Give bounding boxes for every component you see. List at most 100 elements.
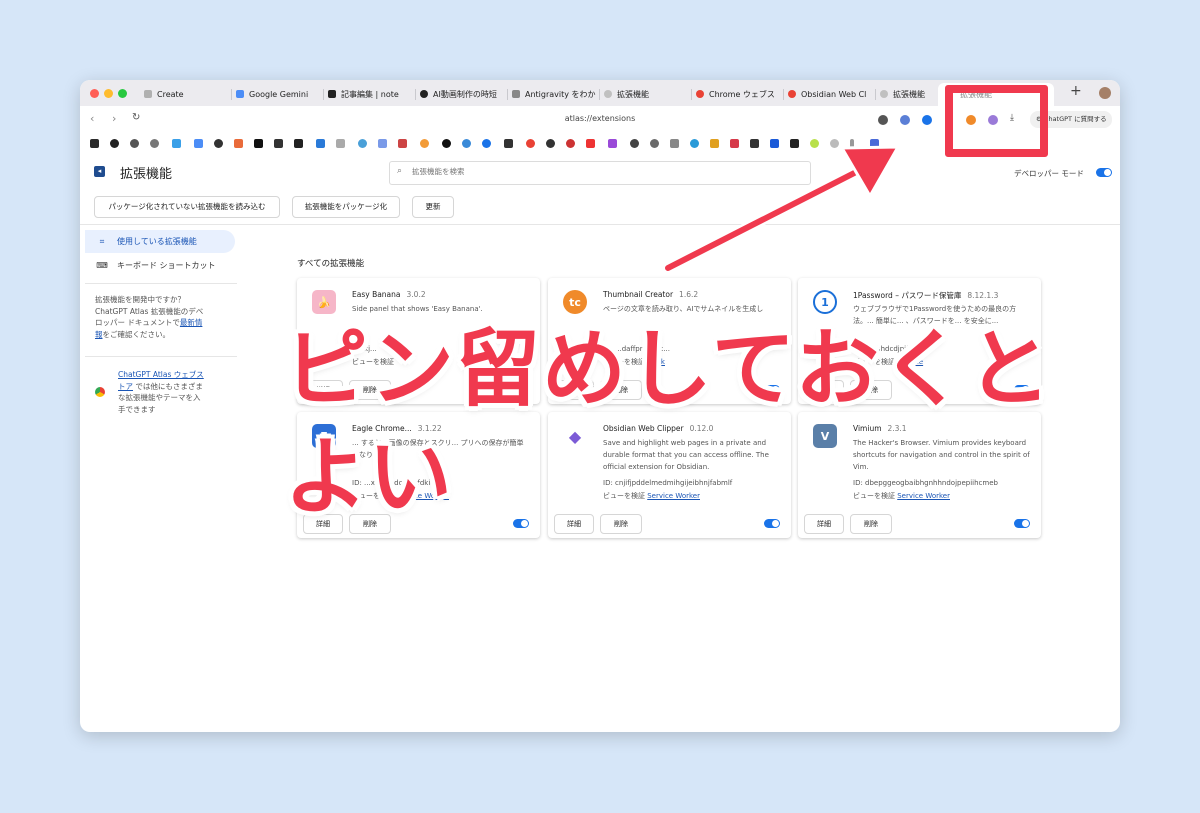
divider xyxy=(85,283,237,284)
bookmark-icon[interactable] xyxy=(90,139,99,148)
tab-obsidian[interactable]: Obsidian Web Cl xyxy=(788,85,876,104)
enable-toggle[interactable] xyxy=(1014,519,1030,528)
sidebar-item-keyboard-shortcuts[interactable]: ⌨ キーボード ショートカット xyxy=(85,254,235,277)
extension-id: ID: dbepggeogbaibhgnhhndojpepiihcmeb xyxy=(853,479,998,487)
forward-icon[interactable]: › xyxy=(112,112,116,125)
bookmark-icon[interactable] xyxy=(150,139,159,148)
extension-description: Save and highlight web pages in a privat… xyxy=(603,439,769,471)
x-icon[interactable] xyxy=(254,139,263,148)
service-worker-link[interactable]: Service Worker xyxy=(647,492,700,500)
extension-icon[interactable] xyxy=(878,115,888,125)
latest-info-link[interactable]: 最新情 xyxy=(180,318,203,327)
extension-id: ID: cnjifjpddelmedmihgijeibhnjfabmlf xyxy=(603,479,733,487)
bookmark-icon[interactable] xyxy=(690,139,699,148)
latest-info-link-cont[interactable]: 報 xyxy=(95,330,103,339)
back-icon[interactable]: ‹ xyxy=(90,112,94,125)
gemini-icon xyxy=(236,90,244,98)
tab-create[interactable]: Create xyxy=(144,85,232,104)
remove-button[interactable]: 削除 xyxy=(850,514,892,534)
chrome-icon xyxy=(788,90,796,98)
bookmark-icon[interactable] xyxy=(608,139,617,148)
dev-mode-toggle[interactable] xyxy=(1096,168,1112,177)
bookmark-icon[interactable] xyxy=(850,139,854,148)
search-box[interactable]: ⌕ xyxy=(389,161,811,185)
load-unpacked-button[interactable]: パッケージ化されていない拡張機能を読み込む xyxy=(94,196,280,218)
avatar[interactable] xyxy=(1099,87,1111,99)
home-icon[interactable] xyxy=(670,139,679,148)
gmail-icon[interactable] xyxy=(398,139,407,148)
bookmark-icon[interactable] xyxy=(526,139,535,148)
details-button[interactable]: 詳細 xyxy=(554,514,594,534)
bookmark-icon[interactable] xyxy=(566,139,575,148)
tab-note[interactable]: 記事編集 | note xyxy=(328,85,416,104)
minimize-window-button[interactable] xyxy=(104,89,113,98)
slack-icon[interactable] xyxy=(710,139,719,148)
youtube-icon[interactable] xyxy=(586,139,595,148)
cloud-icon[interactable] xyxy=(172,139,181,148)
extension-name: Thumbnail Creator 1.6.2 xyxy=(603,290,699,299)
bookmark-icon[interactable] xyxy=(462,139,471,148)
bookmark-icon[interactable] xyxy=(336,139,345,148)
bookmark-icon[interactable] xyxy=(810,139,819,148)
bookmark-icon[interactable] xyxy=(870,139,879,148)
bookmark-icon[interactable] xyxy=(214,139,223,148)
page-title: 拡張機能 xyxy=(120,167,173,182)
tab-antigravity[interactable]: Antigravity をわか xyxy=(512,85,600,104)
pinned-extensions-highlight xyxy=(945,85,1048,157)
reload-icon[interactable]: ↻ xyxy=(132,112,140,123)
extension-card: V Vimium 2.3.1 The Hacker's Browser. Vimi… xyxy=(798,412,1041,538)
sidebar-store-info: ChatGPT Atlas ウェブス トア では他にもさまざま な拡張機能やテー… xyxy=(118,370,204,414)
zoom-window-button[interactable] xyxy=(118,89,127,98)
search-input[interactable] xyxy=(410,166,794,177)
tab-gemini[interactable]: Google Gemini xyxy=(236,85,324,104)
bookmark-icon[interactable] xyxy=(504,139,513,148)
annotation-text-line2: よい xyxy=(284,428,453,526)
bookmark-icon[interactable] xyxy=(234,139,243,148)
bookmark-icon[interactable] xyxy=(830,139,839,148)
bookmark-icon[interactable] xyxy=(316,139,325,148)
obsidian-icon: ◆ xyxy=(563,424,587,448)
github-icon[interactable] xyxy=(110,139,119,148)
tab-chrome-store[interactable]: Chrome ウェブス xyxy=(696,85,784,104)
update-button[interactable]: 更新 xyxy=(412,196,454,218)
gemini-icon[interactable] xyxy=(194,139,203,148)
dev-mode-label: デベロッパー モード xyxy=(1014,169,1084,178)
bookmark-icon[interactable] xyxy=(770,139,779,148)
enable-toggle[interactable] xyxy=(513,519,529,528)
tab-favicon-icon xyxy=(144,90,152,98)
bookmark-icon[interactable] xyxy=(130,139,139,148)
bookmark-icon[interactable] xyxy=(750,139,759,148)
sidebar-item-my-extensions[interactable]: ⌗ 使用している拡張機能 xyxy=(85,230,235,253)
bookmark-icon[interactable] xyxy=(650,139,659,148)
new-tab-button[interactable]: + xyxy=(1070,83,1082,99)
tab-extensions-1[interactable]: 拡張機能 xyxy=(604,85,692,104)
details-button[interactable]: 詳細 xyxy=(804,514,844,534)
extension-name: Obsidian Web Clipper 0.12.0 xyxy=(603,424,714,433)
web-store-link-cont[interactable]: トア xyxy=(118,382,133,391)
service-worker-link[interactable]: Service Worker xyxy=(897,492,950,500)
amazon-icon[interactable] xyxy=(294,139,303,148)
bookmark-icon[interactable] xyxy=(730,139,739,148)
tab-extensions-2[interactable]: 拡張機能 xyxy=(880,85,936,104)
enable-toggle[interactable] xyxy=(764,519,780,528)
remove-button[interactable]: 削除 xyxy=(600,514,642,534)
tab-ai-video[interactable]: AI動画制作の時短 xyxy=(420,85,508,104)
bookmark-icon[interactable] xyxy=(546,139,555,148)
bookmark-icon[interactable] xyxy=(630,139,639,148)
extension-icon[interactable] xyxy=(900,115,910,125)
address-bar[interactable]: atlas://extensions xyxy=(520,114,680,123)
web-store-link[interactable]: ChatGPT Atlas ウェブス xyxy=(118,370,204,379)
bookmark-icon[interactable] xyxy=(790,139,799,148)
pack-extension-button[interactable]: 拡張機能をパッケージ化 xyxy=(292,196,400,218)
inspect-views: ビューを検証 Service Worker xyxy=(853,492,950,500)
bookmark-icon[interactable] xyxy=(420,139,429,148)
bookmark-icon[interactable] xyxy=(358,139,367,148)
sidebar-dev-info: 拡張機能を開発中ですか？ ChatGPT Atlas 拡張機能のデベ ロッパー … xyxy=(95,295,204,339)
note-icon xyxy=(328,90,336,98)
bookmark-icon[interactable] xyxy=(482,139,491,148)
bookmark-icon[interactable] xyxy=(378,139,387,148)
note-icon[interactable] xyxy=(274,139,283,148)
close-window-button[interactable] xyxy=(90,89,99,98)
bookmark-icon[interactable] xyxy=(442,139,451,148)
extension-icon[interactable] xyxy=(922,115,932,125)
